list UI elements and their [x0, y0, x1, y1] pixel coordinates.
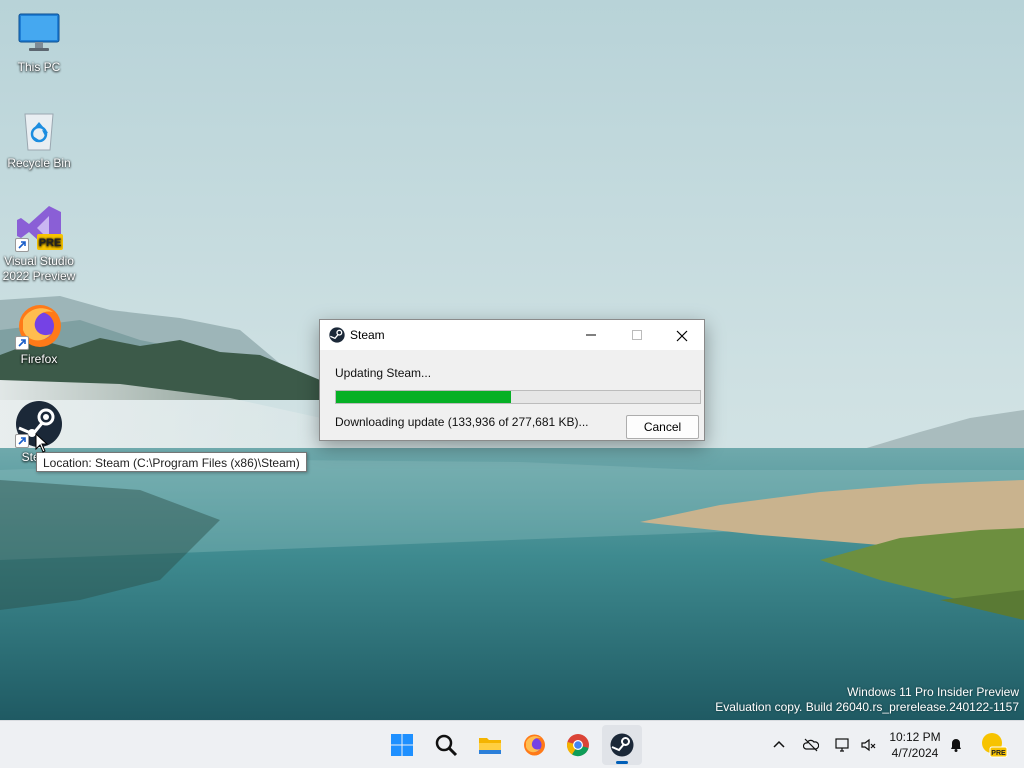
close-icon — [676, 330, 688, 342]
start-button[interactable] — [382, 725, 422, 765]
chrome-button[interactable] — [558, 725, 598, 765]
desktop-icon-label: Visual Studio 2022 Preview — [2, 254, 76, 283]
taskbar: 10:12 PM 4/7/2024 PRE — [0, 720, 1024, 768]
network-tray-button[interactable] — [831, 733, 855, 757]
dialog-titlebar[interactable]: Steam — [320, 320, 704, 350]
desktop-icon-visual-studio[interactable]: PRE Visual Studio 2022 Preview — [0, 204, 78, 284]
notifications-button[interactable] — [944, 733, 968, 757]
insider-badge-icon: PRE — [982, 733, 1008, 758]
steam-icon — [610, 733, 634, 757]
taskbar-clock[interactable]: 10:12 PM 4/7/2024 — [884, 729, 946, 761]
shortcut-arrow-icon — [15, 238, 29, 252]
maximize-icon — [632, 330, 642, 340]
desktop-icon-recycle-bin[interactable]: Recycle Bin — [0, 106, 78, 171]
progress-fill — [336, 391, 511, 403]
file-explorer-icon — [479, 738, 501, 754]
shortcut-arrow-icon — [15, 434, 29, 448]
desktop-icon-label: Recycle Bin — [7, 156, 71, 170]
chrome-icon — [566, 734, 589, 757]
watermark-build: Evaluation copy. Build 26040.rs_prerelea… — [715, 700, 1019, 714]
desktop-icon-label: Firefox — [20, 352, 58, 366]
update-status-text: Updating Steam... — [335, 366, 432, 380]
show-hidden-icons-button[interactable] — [767, 733, 791, 757]
notification-bell-icon — [951, 739, 961, 752]
chevron-up-icon — [773, 740, 785, 748]
mouse-cursor-icon — [35, 432, 49, 456]
firefox-icon — [15, 302, 63, 350]
monitor-icon — [15, 10, 63, 58]
steam-taskbar-button[interactable] — [602, 725, 642, 765]
maximize-button[interactable] — [614, 320, 660, 350]
start-icon — [391, 734, 413, 756]
shortcut-arrow-icon — [15, 336, 29, 350]
network-icon — [835, 738, 849, 752]
tooltip: Location: Steam (C:\Program Files (x86)\… — [36, 452, 307, 472]
close-button[interactable] — [658, 320, 704, 350]
desktop-icon-firefox[interactable]: Firefox — [0, 302, 78, 367]
visual-studio-icon: PRE — [15, 204, 63, 252]
firefox-icon — [524, 734, 545, 756]
steam-icon — [329, 327, 345, 346]
recycle-bin-icon — [15, 106, 63, 154]
volume-tray-button[interactable] — [856, 733, 880, 757]
clock-date: 4/7/2024 — [891, 746, 939, 760]
file-explorer-button[interactable] — [470, 725, 510, 765]
download-progress-bar — [335, 390, 701, 404]
watermark-edition: Windows 11 Pro Insider Preview — [847, 685, 1019, 699]
insider-badge-button[interactable]: PRE — [978, 731, 1010, 759]
active-app-indicator — [616, 761, 628, 764]
pre-badge-text: PRE — [39, 237, 62, 249]
windows-watermark: Windows 11 Pro Insider Preview Evaluatio… — [715, 685, 1019, 715]
clock-time: 10:12 PM — [889, 730, 941, 744]
steam-update-dialog: Steam Updating Steam... Downloading upda… — [319, 319, 705, 441]
download-status-text: Downloading update (133,936 of 277,681 K… — [335, 415, 589, 429]
search-button[interactable] — [426, 725, 466, 765]
minimize-button[interactable] — [568, 320, 614, 350]
desktop-icon-label: This PC — [17, 60, 61, 74]
firefox-button[interactable] — [514, 725, 554, 765]
onedrive-tray-button[interactable] — [799, 733, 823, 757]
minimize-icon — [586, 334, 596, 336]
desktop-icon-this-pc[interactable]: This PC — [0, 10, 78, 75]
search-icon — [435, 734, 458, 757]
onedrive-icon — [803, 738, 819, 752]
volume-mute-icon — [861, 738, 876, 752]
cancel-button[interactable]: Cancel — [626, 415, 699, 439]
dialog-title: Steam — [350, 328, 385, 342]
insider-badge-text: PRE — [991, 750, 1006, 757]
